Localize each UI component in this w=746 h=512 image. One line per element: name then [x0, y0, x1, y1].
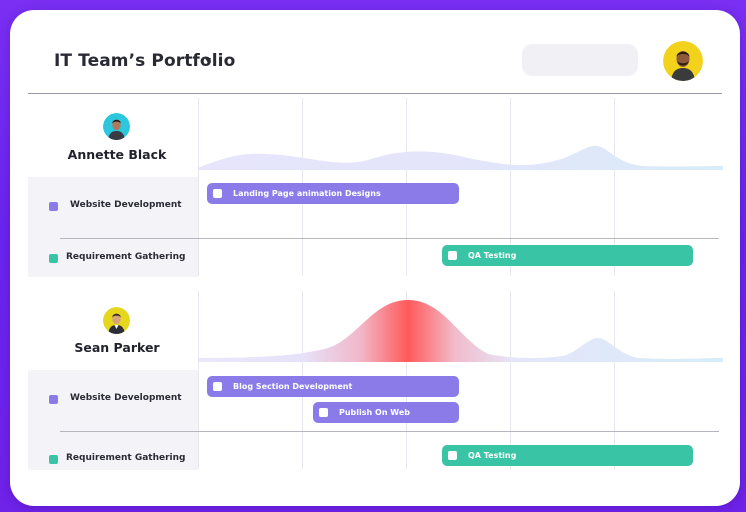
search-input[interactable] [522, 44, 638, 76]
task-checkbox[interactable] [448, 451, 457, 460]
project-color-dot [49, 455, 58, 464]
project-label[interactable]: Requirement Gathering [66, 453, 185, 463]
row-divider [60, 431, 719, 432]
task-checkbox[interactable] [319, 408, 328, 417]
project-label[interactable]: Requirement Gathering [66, 252, 185, 262]
user-avatar[interactable] [663, 41, 703, 81]
task-checkbox[interactable] [213, 382, 222, 391]
portfolio-card: IT Team’s Portfolio Annette Black Websit… [10, 10, 740, 506]
task-bar[interactable]: QA Testing [442, 445, 693, 466]
project-color-dot [49, 395, 58, 404]
person-name: Annette Black [67, 147, 167, 162]
task-bar[interactable]: Blog Section Development [207, 376, 459, 397]
workload-curve [198, 300, 723, 362]
task-checkbox[interactable] [448, 251, 457, 260]
task-label: QA Testing [468, 251, 517, 260]
project-label[interactable]: Website Development [70, 200, 182, 210]
avatar [103, 113, 130, 140]
task-bar[interactable]: QA Testing [442, 245, 693, 266]
task-label: QA Testing [468, 451, 517, 460]
header-divider [28, 93, 722, 94]
project-label[interactable]: Website Development [70, 393, 182, 403]
task-bar[interactable]: Landing Page animation Designs [207, 183, 459, 204]
project-color-dot [49, 254, 58, 263]
project-color-dot [49, 202, 58, 211]
task-bar[interactable]: Publish On Web [313, 402, 459, 423]
person-name: Sean Parker [74, 340, 160, 355]
task-label: Publish On Web [339, 408, 410, 417]
timeline-gridline [198, 98, 199, 276]
task-label: Landing Page animation Designs [233, 189, 381, 198]
row-divider [60, 238, 719, 239]
workload-curve [198, 145, 723, 170]
caret-down-icon[interactable] [205, 58, 211, 63]
task-label: Blog Section Development [233, 382, 353, 391]
task-checkbox[interactable] [213, 189, 222, 198]
avatar [103, 307, 130, 334]
